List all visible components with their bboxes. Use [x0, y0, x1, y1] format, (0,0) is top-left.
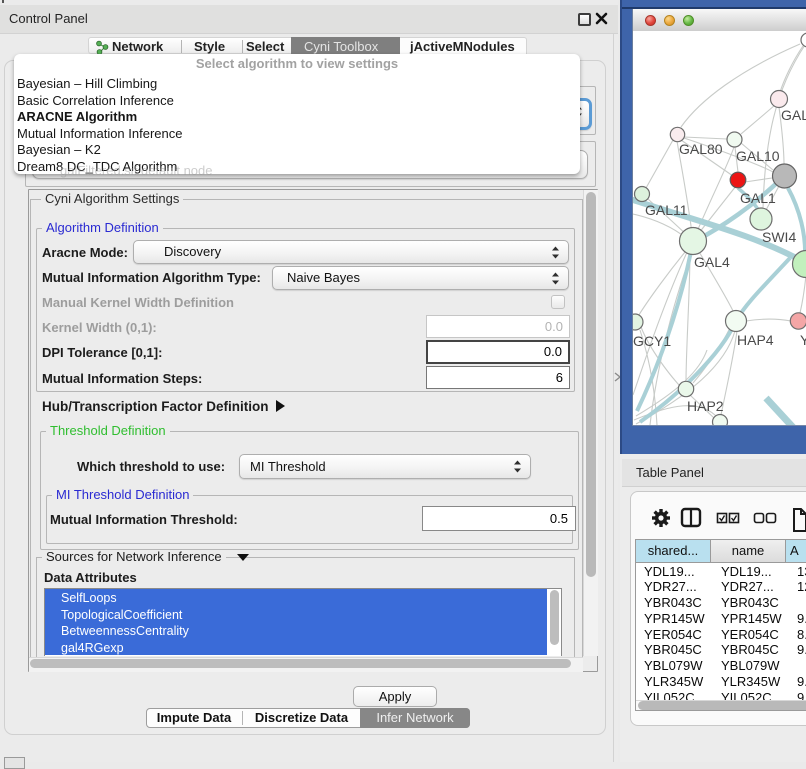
svg-text:GAL4: GAL4: [694, 254, 730, 270]
svg-text:HAP2: HAP2: [687, 398, 724, 414]
svg-text:GAL2: GAL2: [781, 107, 806, 123]
svg-text:HAP4: HAP4: [737, 332, 774, 348]
svg-text:GAL1: GAL1: [740, 190, 776, 206]
svg-text:GCY1: GCY1: [633, 333, 671, 349]
svg-text:GAL11: GAL11: [645, 202, 688, 218]
svg-text:GAL80: GAL80: [679, 141, 723, 157]
svg-text:GAL10: GAL10: [736, 148, 780, 164]
svg-text:SWI4: SWI4: [762, 229, 796, 245]
svg-text:Y: Y: [800, 332, 806, 348]
